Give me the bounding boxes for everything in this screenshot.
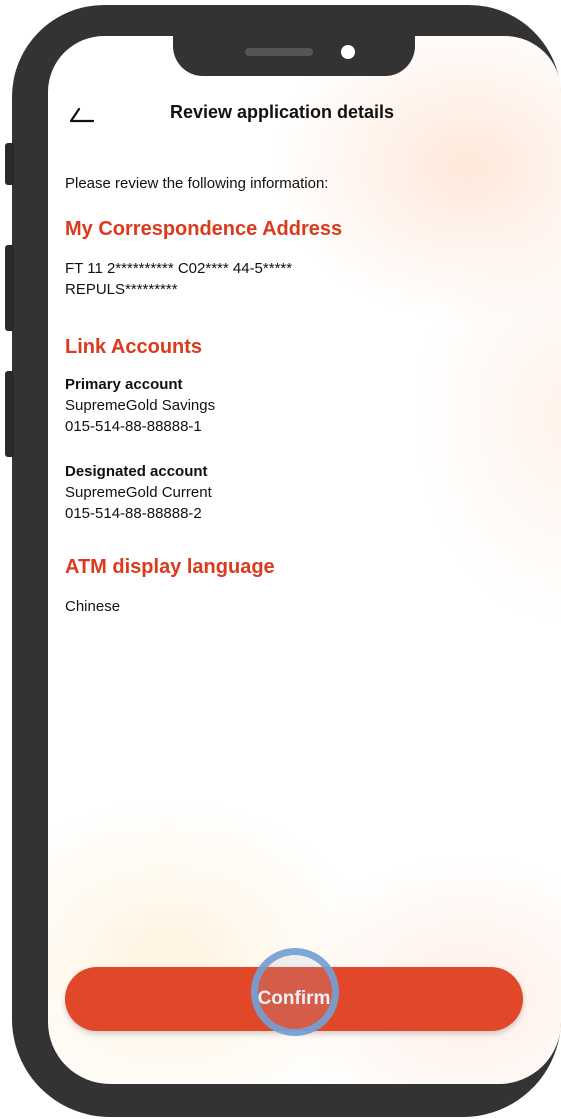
primary-account-block: Primary account SupremeGold Savings 015-…: [65, 374, 535, 437]
address-line-2: REPULS*********: [65, 281, 178, 298]
front-camera: [341, 45, 355, 59]
speaker-grille: [245, 48, 313, 56]
designated-account-name: SupremeGold Current: [65, 484, 212, 501]
review-content: Please review the following information:…: [65, 174, 535, 617]
designated-account-label: Designated account: [65, 463, 208, 480]
app-header: Review application details: [48, 96, 561, 130]
atm-language-value: Chinese: [65, 598, 121, 615]
phone-screen: Review application details Please review…: [48, 36, 561, 1084]
page-title: Review application details: [170, 102, 395, 122]
primary-account-label: Primary account: [65, 376, 183, 393]
confirm-button[interactable]: Confirm: [65, 967, 523, 1031]
volume-up-button: [5, 245, 14, 331]
primary-account-name: SupremeGold Savings: [65, 397, 216, 414]
mute-switch: [5, 143, 14, 185]
notch: [173, 36, 415, 76]
intro-text: Please review the following information:: [65, 175, 329, 192]
address-section-title: My Correspondence Address: [65, 218, 343, 240]
designated-account-number: 015-514-88-88888-2: [65, 505, 202, 522]
address-block: FT 11 2********** C02**** 44-5***** REPU…: [65, 258, 535, 300]
back-arrow-icon[interactable]: [66, 104, 98, 124]
address-line-1: FT 11 2********** C02**** 44-5*****: [65, 260, 293, 277]
primary-account-number: 015-514-88-88888-1: [65, 418, 202, 435]
atm-language-title: ATM display language: [65, 556, 275, 578]
designated-account-block: Designated account SupremeGold Current 0…: [65, 461, 535, 524]
volume-down-button: [5, 371, 14, 457]
link-accounts-title: Link Accounts: [65, 336, 203, 358]
